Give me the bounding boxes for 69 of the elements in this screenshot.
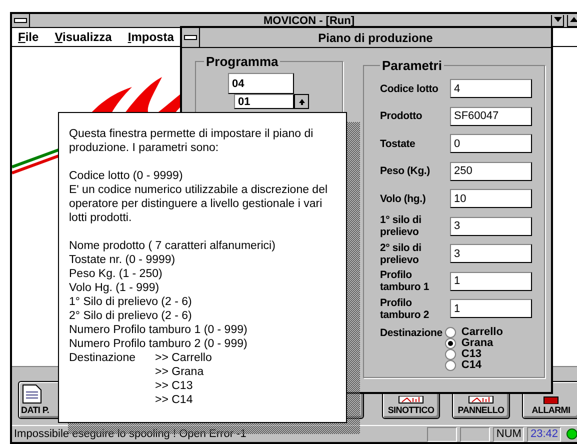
step-field[interactable]: 01: [234, 94, 294, 109]
system-menu-button[interactable]: [182, 28, 200, 47]
help-text: Numero Profilo tamburo 2 (0 - 999): [69, 337, 248, 351]
help-text: E' un codice numerico utilizzabile a discrezione del operatore per distinguere a livello gestionale i vari lotti prodotti.: [69, 183, 329, 225]
input-field[interactable]: 4: [450, 79, 532, 98]
field-label: Volo (hg.): [380, 192, 427, 205]
menu-item[interactable]: Imposta: [128, 30, 174, 44]
up-arrow-icon: [298, 98, 304, 104]
down-triangle-icon: [554, 17, 562, 23]
status-light-icon: [566, 428, 577, 440]
minimize-button[interactable]: [551, 14, 564, 26]
field-label: Profilo tamburo 2: [380, 296, 430, 321]
group-title: Programma: [205, 54, 280, 69]
keyboard-indicator: NUM: [493, 426, 524, 442]
program-field[interactable]: 04: [228, 73, 294, 94]
help-text: 1° Silo di prelievo (2 - 6): [69, 295, 193, 309]
input-field[interactable]: SF60047: [450, 106, 532, 126]
field-label: Prodotto: [380, 110, 424, 122]
up-triangle-icon: [570, 17, 577, 23]
maximize-button[interactable]: [567, 14, 577, 26]
help-text: 2° Silo di prelievo (2 - 6): [69, 309, 193, 323]
radio-button[interactable]: [445, 348, 456, 360]
help-text: Questa finestra permette di impostare il piano di produzione. I parametri sono:: [69, 127, 314, 155]
input-field[interactable]: 1: [450, 299, 532, 318]
status-pane: [460, 426, 490, 442]
help-text: >> Grana: [155, 365, 204, 379]
field-label: Peso (Kg.): [380, 165, 431, 178]
help-text: >> Carrello: [155, 351, 212, 365]
field-label: 1° silo di prelievo: [380, 214, 422, 238]
input-field[interactable]: 3: [450, 244, 532, 264]
group-title: Parametri: [381, 58, 443, 73]
input-field[interactable]: 1: [450, 272, 532, 291]
help-text: >> C14: [155, 393, 193, 407]
monitor-icon: [398, 396, 424, 404]
help-text: >> C13: [155, 379, 193, 393]
dialog-title: Piano di produzione: [317, 30, 434, 44]
help-text: Nome prodotto ( 7 caratteri alfanumerici): [69, 239, 276, 253]
radio-option[interactable]: C13: [445, 348, 503, 360]
input-field[interactable]: 250: [450, 162, 532, 181]
monitor-icon: [468, 396, 494, 404]
input-field[interactable]: 0: [450, 134, 532, 154]
radio-option[interactable]: Grana: [445, 338, 503, 348]
alarm-light-icon: [543, 396, 559, 404]
status-time: 23:42: [527, 426, 561, 442]
input-field[interactable]: 3: [450, 216, 532, 236]
help-text: Numero Profilo tamburo 1 (0 - 999): [69, 323, 248, 337]
spin-button[interactable]: [294, 94, 309, 109]
field-label: Destinazione: [380, 326, 442, 340]
radio-button[interactable]: [445, 326, 456, 338]
radio-option[interactable]: Carrello: [445, 326, 503, 338]
radio-option[interactable]: C14: [445, 360, 503, 370]
help-text: Codice lotto (0 - 9999): [69, 169, 184, 183]
help-text: Volo Hg. (1 - 999): [69, 281, 160, 295]
system-menu-button[interactable]: [12, 14, 30, 27]
input-field[interactable]: 10: [450, 189, 532, 208]
radio-button[interactable]: [445, 360, 456, 370]
window-title: MOVICON - [Run]: [262, 14, 356, 26]
help-text: Destinazione: [69, 351, 136, 365]
field-label: Profilo tamburo 1: [380, 269, 430, 294]
radio-button[interactable]: [445, 338, 456, 348]
document-icon: [21, 384, 43, 404]
menu-item[interactable]: File: [18, 30, 39, 44]
menu-item[interactable]: Visualizza: [54, 30, 112, 44]
field-label: Codice lotto: [380, 82, 440, 95]
field-label: Tostate: [380, 138, 416, 150]
help-text: Peso Kg. (1 - 250): [69, 267, 164, 281]
status-pane: [427, 426, 458, 442]
help-text: Tostate nr. (0 - 9999): [69, 253, 176, 267]
field-label: 2° silo di prelievo: [380, 242, 422, 266]
